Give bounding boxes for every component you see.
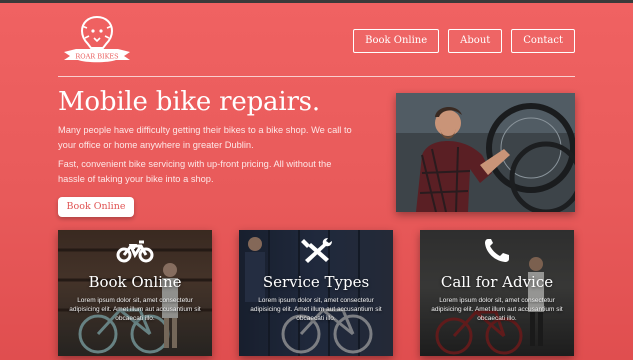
logo-text: ROAR BIKES bbox=[75, 53, 118, 61]
card-text: Lorem ipsum dolor sit, amet consectetur … bbox=[69, 297, 201, 322]
header-divider bbox=[58, 76, 575, 77]
card-book-online[interactable]: Book Online Lorem ipsum dolor sit, amet … bbox=[58, 230, 212, 356]
card-text: Lorem ipsum dolor sit, amet consectetur … bbox=[250, 297, 382, 322]
lion-logo-icon: ROAR BIKES bbox=[64, 15, 130, 63]
top-nav: Book Online About Contact bbox=[353, 29, 575, 53]
hero-paragraph-1: Many people have difficulty getting thei… bbox=[58, 125, 352, 150]
hero-text: Many people have difficulty getting thei… bbox=[58, 123, 358, 191]
card-title: Service Types bbox=[262, 273, 370, 291]
nav-book-online-button[interactable]: Book Online bbox=[353, 29, 440, 53]
card-title: Book Online bbox=[88, 273, 182, 291]
book-online-cta-button[interactable]: Book Online bbox=[58, 197, 134, 217]
tools-icon bbox=[239, 236, 393, 264]
phone-icon bbox=[420, 236, 574, 264]
motorcycle-icon bbox=[58, 236, 212, 264]
mechanic-photo-illustration bbox=[396, 93, 575, 212]
hero-title: Mobile bike repairs. bbox=[58, 87, 320, 117]
mechanic-repairing-bike-photo bbox=[396, 93, 575, 212]
card-service-types[interactable]: Service Types Lorem ipsum dolor sit, ame… bbox=[239, 230, 393, 356]
roar-bikes-logo[interactable]: ROAR BIKES bbox=[58, 14, 136, 66]
card-text: Lorem ipsum dolor sit, amet consectetur … bbox=[431, 297, 563, 322]
nav-contact-button[interactable]: Contact bbox=[511, 29, 575, 53]
card-call-for-advice[interactable]: Call for Advice Lorem ipsum dolor sit, a… bbox=[420, 230, 574, 356]
card-title: Call for Advice bbox=[440, 273, 554, 291]
hero-paragraph-2: Fast, convenient bike servicing with up-… bbox=[58, 159, 332, 184]
nav-about-button[interactable]: About bbox=[448, 29, 503, 53]
